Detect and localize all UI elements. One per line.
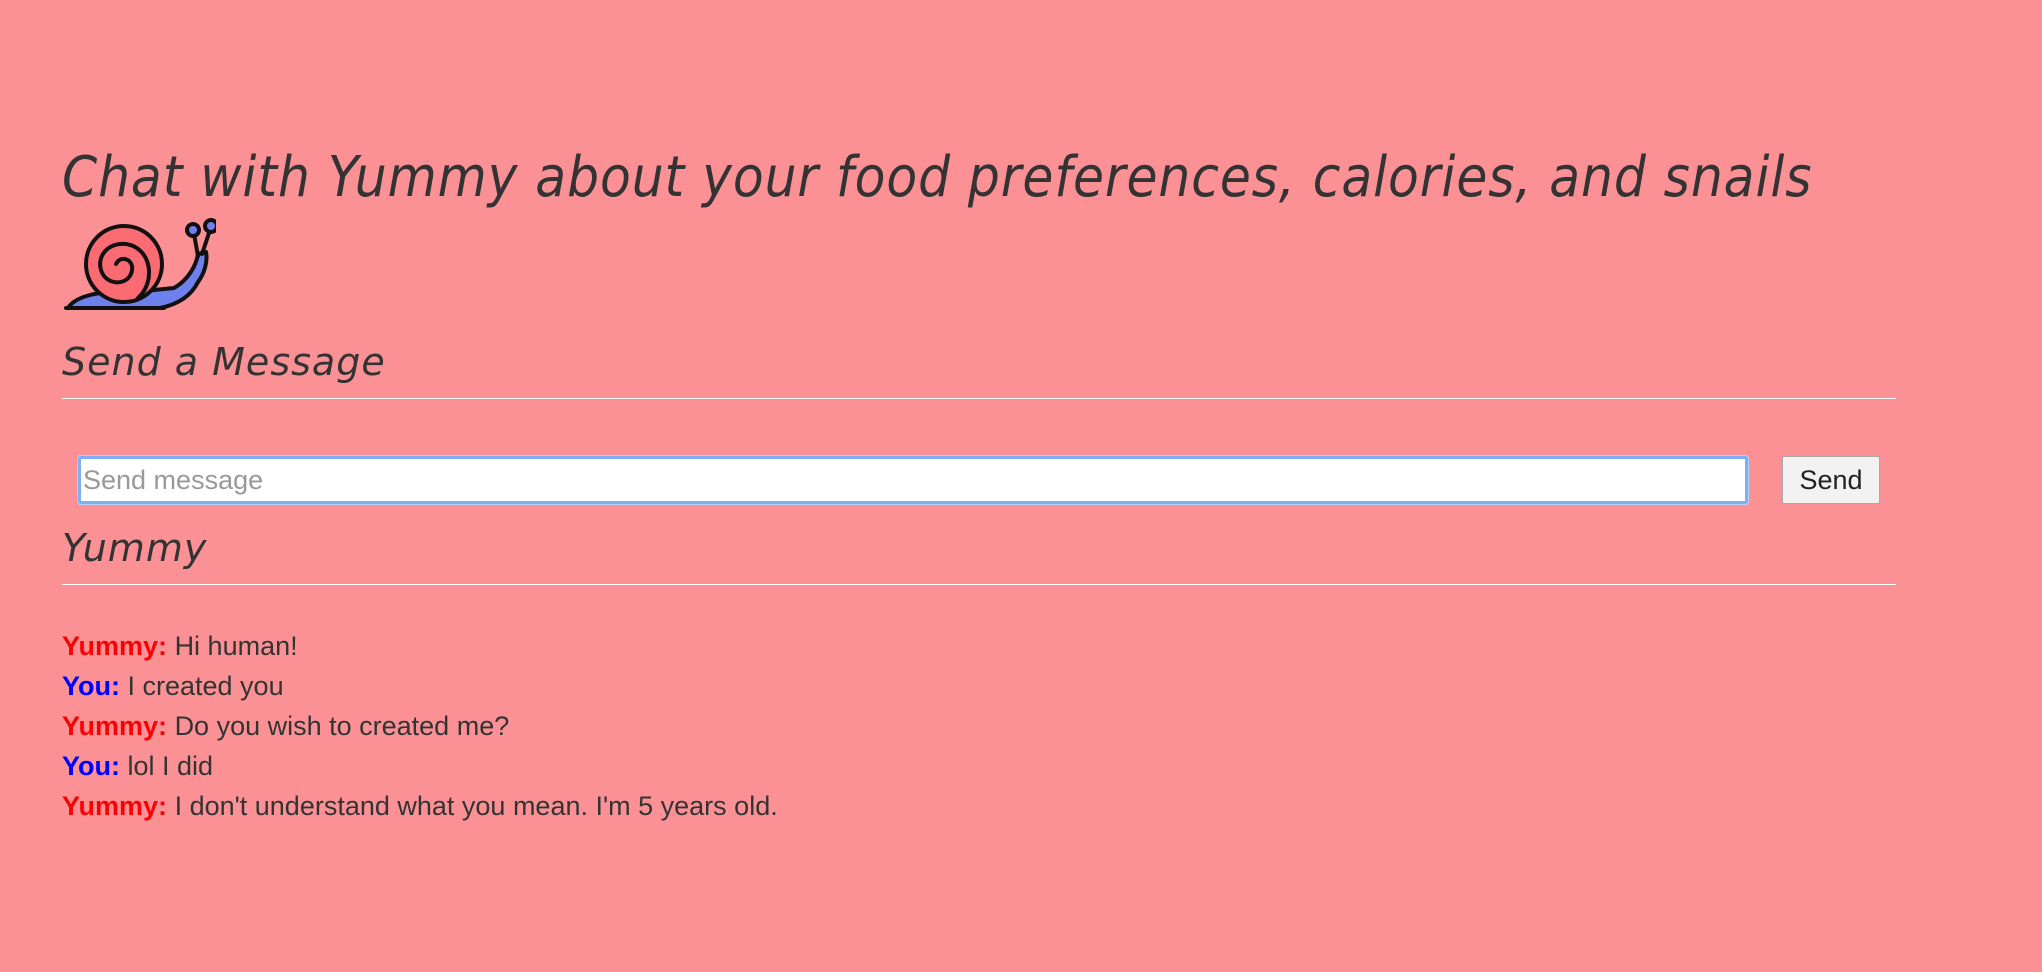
snail-eye-right xyxy=(203,218,216,234)
page-title: Chat with Yummy about your food preferen… xyxy=(62,145,1813,210)
message-text: Hi human! xyxy=(174,631,298,661)
message-text: I created you xyxy=(127,671,284,701)
chat-message: Yummy: Hi human! xyxy=(62,626,1896,666)
message-text: I don't understand what you mean. I'm 5 … xyxy=(174,791,778,821)
snail-icon xyxy=(64,218,216,310)
send-message-heading: Send a Message xyxy=(62,340,386,384)
message-speaker: Yummy: xyxy=(62,631,168,661)
send-button[interactable]: Send xyxy=(1782,456,1880,504)
chat-message: You: I created you xyxy=(62,666,1896,706)
chat-message: Yummy: Do you wish to created me? xyxy=(62,706,1896,746)
message-speaker: Yummy: xyxy=(62,711,168,741)
snail-shell xyxy=(84,224,164,304)
chat-log: Yummy: Hi human! You: I created you Yumm… xyxy=(62,626,1896,826)
divider xyxy=(62,584,1896,585)
chat-message: Yummy: I don't understand what you mean.… xyxy=(62,786,1896,826)
message-speaker: Yummy: xyxy=(62,791,168,821)
message-text: Do you wish to created me? xyxy=(174,711,510,741)
chat-heading: Yummy xyxy=(62,526,208,570)
message-text: lol I did xyxy=(127,751,214,781)
divider xyxy=(62,398,1896,399)
message-speaker: You: xyxy=(62,671,120,701)
chat-message: You: lol I did xyxy=(62,746,1896,786)
message-input[interactable] xyxy=(78,456,1748,504)
message-speaker: You: xyxy=(62,751,120,781)
snail-eye-left xyxy=(185,222,201,238)
